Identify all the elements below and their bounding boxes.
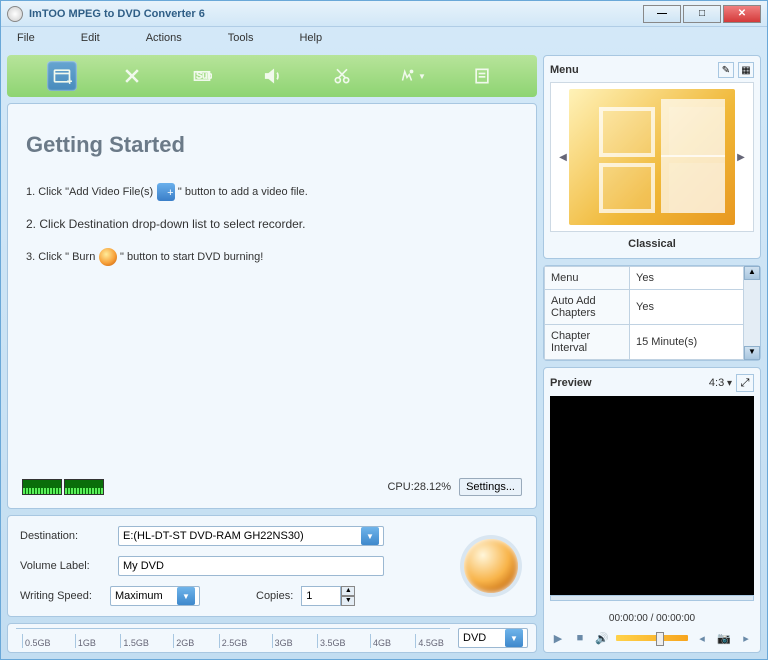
volume-label-input[interactable]: My DVD bbox=[118, 556, 384, 576]
main-toolbar: + Subtitle ▼ bbox=[7, 55, 537, 97]
menu-edit[interactable]: Edit bbox=[75, 30, 106, 46]
main-content-panel: Getting Started 1. Click "Add Video File… bbox=[7, 103, 537, 509]
table-row: Auto Add ChaptersYes bbox=[545, 290, 744, 325]
audio-button[interactable] bbox=[257, 61, 287, 91]
copies-label: Copies: bbox=[256, 590, 293, 602]
burn-button[interactable] bbox=[464, 539, 518, 593]
destination-combo[interactable]: E:(HL-DT-ST DVD-RAM GH22NS30) ▼ bbox=[118, 526, 384, 546]
chevron-down-icon: ▼ bbox=[361, 527, 379, 545]
prev-frame-button[interactable]: ◂ bbox=[694, 630, 710, 646]
menubar: File Edit Actions Tools Help bbox=[1, 27, 767, 49]
next-frame-button[interactable]: ▸ bbox=[738, 630, 754, 646]
fullscreen-button[interactable]: ⤢ bbox=[736, 374, 754, 392]
minimize-button[interactable]: — bbox=[643, 5, 681, 23]
preview-title: Preview bbox=[550, 377, 709, 389]
edit-menu-button[interactable]: ✎ bbox=[718, 62, 734, 78]
table-row: MenuYes bbox=[545, 267, 744, 290]
cpu-bar: CPU:28.12% Settings... bbox=[18, 476, 526, 498]
template-name: Classical bbox=[550, 232, 754, 252]
app-window: ImTOO MPEG to DVD Converter 6 — □ ✕ File… bbox=[0, 0, 768, 660]
svg-text:Subtitle: Subtitle bbox=[196, 71, 212, 81]
next-template-button[interactable]: ▶ bbox=[735, 127, 747, 187]
playback-controls: ▶ ■ 🔊 ◂ 📷 ▸ bbox=[550, 630, 754, 646]
cut-button[interactable] bbox=[327, 61, 357, 91]
writing-speed-combo[interactable]: Maximum ▼ bbox=[110, 586, 200, 606]
getting-started-heading: Getting Started bbox=[26, 132, 518, 158]
chevron-down-icon: ▼ bbox=[177, 587, 195, 605]
seek-bar[interactable] bbox=[550, 595, 754, 601]
volume-icon[interactable]: 🔊 bbox=[594, 630, 610, 646]
chapters-button[interactable] bbox=[467, 61, 497, 91]
templates-button[interactable]: ▦ bbox=[738, 62, 754, 78]
play-button[interactable]: ▶ bbox=[550, 630, 566, 646]
prev-template-button[interactable]: ◀ bbox=[557, 127, 569, 187]
menu-tools[interactable]: Tools bbox=[222, 30, 260, 46]
svg-text:+: + bbox=[67, 76, 72, 86]
preview-panel: Preview 4:3 ▾ ⤢ 00:00:00 / 00:00:00 ▶ ■ … bbox=[543, 367, 761, 653]
aspect-ratio-select[interactable]: 4:3 ▾ bbox=[709, 377, 732, 389]
properties-table: MenuYes Auto Add ChaptersYes Chapter Int… bbox=[544, 266, 744, 360]
cpu-graph-1 bbox=[22, 479, 62, 495]
stop-button[interactable]: ■ bbox=[572, 630, 588, 646]
menu-actions[interactable]: Actions bbox=[140, 30, 188, 46]
chevron-down-icon: ▼ bbox=[505, 629, 523, 647]
step-1: 1. Click "Add Video File(s) " button to … bbox=[26, 182, 518, 201]
burn-icon bbox=[99, 248, 117, 266]
snapshot-button[interactable]: 📷 bbox=[716, 630, 732, 646]
close-button[interactable]: ✕ bbox=[723, 5, 761, 23]
scroll-down-button[interactable]: ▼ bbox=[744, 346, 760, 360]
menu-file[interactable]: File bbox=[11, 30, 41, 46]
destination-label: Destination: bbox=[20, 530, 110, 542]
titlebar: ImTOO MPEG to DVD Converter 6 — □ ✕ bbox=[1, 1, 767, 27]
menu-template-panel: Menu ✎ ▦ ◀ ▶ Classical bbox=[543, 55, 761, 259]
properties-scrollbar[interactable]: ▲ ▼ bbox=[744, 266, 760, 360]
copies-stepper[interactable]: ▲ ▼ bbox=[301, 586, 355, 606]
properties-panel: MenuYes Auto Add ChaptersYes Chapter Int… bbox=[543, 265, 761, 361]
getting-started: Getting Started 1. Click "Add Video File… bbox=[18, 114, 526, 476]
cpu-graph-2 bbox=[64, 479, 104, 495]
preview-video bbox=[550, 396, 754, 595]
settings-button[interactable]: Settings... bbox=[459, 478, 522, 496]
delete-button[interactable] bbox=[117, 61, 147, 91]
menu-panel-title: Menu bbox=[550, 64, 714, 76]
volume-label-label: Volume Label: bbox=[20, 560, 110, 572]
menu-help[interactable]: Help bbox=[293, 30, 328, 46]
effects-button[interactable]: ▼ bbox=[397, 61, 427, 91]
copies-input[interactable] bbox=[301, 586, 341, 606]
window-title: ImTOO MPEG to DVD Converter 6 bbox=[29, 8, 641, 20]
spin-up-button[interactable]: ▲ bbox=[341, 586, 355, 596]
scroll-up-button[interactable]: ▲ bbox=[744, 266, 760, 280]
disc-size-bar: 0.5GB 1GB 1.5GB 2GB 2.5GB 3GB 3.5GB 4GB … bbox=[7, 623, 537, 653]
maximize-button[interactable]: □ bbox=[683, 5, 721, 23]
writing-speed-label: Writing Speed: bbox=[20, 590, 102, 602]
add-video-icon bbox=[157, 183, 175, 201]
app-icon bbox=[7, 6, 23, 22]
table-row: Chapter Interval15 Minute(s) bbox=[545, 325, 744, 360]
spin-down-button[interactable]: ▼ bbox=[341, 596, 355, 606]
step-3: 3. Click " Burn " button to start DVD bu… bbox=[26, 247, 518, 266]
cpu-usage-text: CPU:28.12% bbox=[387, 481, 451, 493]
disc-type-combo[interactable]: DVD ▼ bbox=[458, 628, 528, 648]
subtitle-button[interactable]: Subtitle bbox=[187, 61, 217, 91]
step-2: 2. Click Destination drop-down list to s… bbox=[26, 215, 518, 233]
menu-template-thumbnail[interactable] bbox=[569, 89, 735, 225]
chevron-down-icon: ▼ bbox=[418, 72, 426, 81]
add-video-button[interactable]: + bbox=[47, 61, 77, 91]
size-ruler: 0.5GB 1GB 1.5GB 2GB 2.5GB 3GB 3.5GB 4GB … bbox=[16, 628, 450, 648]
volume-slider[interactable] bbox=[616, 635, 688, 641]
preview-time: 00:00:00 / 00:00:00 bbox=[550, 607, 754, 630]
destination-panel: Destination: E:(HL-DT-ST DVD-RAM GH22NS3… bbox=[7, 515, 537, 617]
